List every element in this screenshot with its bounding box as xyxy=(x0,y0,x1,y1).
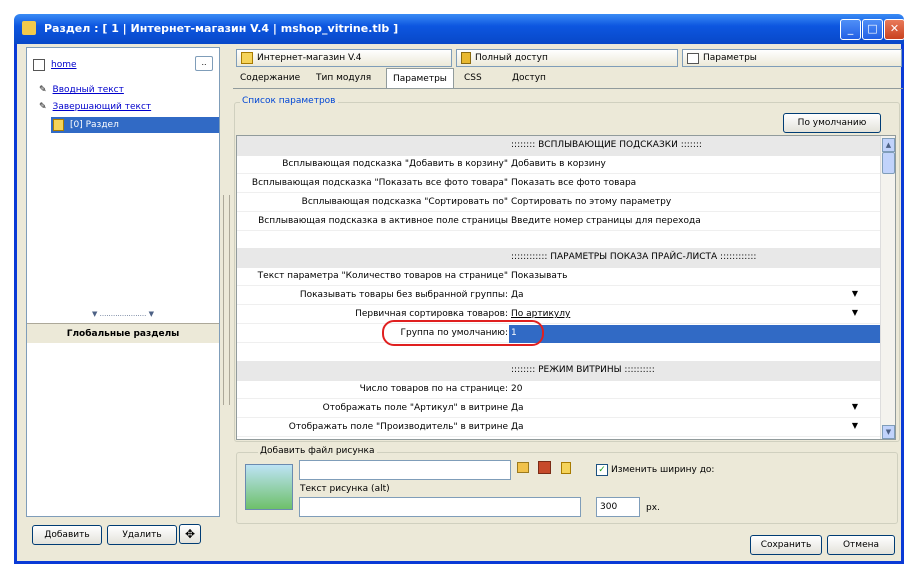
alt-text-input[interactable] xyxy=(299,497,581,517)
access-button[interactable]: Полный доступ xyxy=(456,49,678,67)
scrollbar[interactable]: ▲ ▼ xyxy=(880,136,895,439)
tab-line xyxy=(233,88,903,89)
table-row[interactable]: Число товаров по на странице: 20 xyxy=(237,381,882,399)
image-legend: Добавить файл рисунка xyxy=(258,446,377,456)
scroll-thumb[interactable] xyxy=(882,152,895,174)
table-row[interactable]: Отображать поле "Производитель" в витрин… xyxy=(237,419,882,437)
alt-label: Текст рисунка (alt) xyxy=(300,484,390,494)
home-link[interactable]: home xyxy=(51,60,77,70)
dropdown-arrow-icon[interactable]: ▼ xyxy=(852,308,858,317)
table-row[interactable]: Показывать товары без выбранной группы: Д… xyxy=(237,287,882,305)
highlight-ellipse xyxy=(382,320,544,346)
image-file-input[interactable] xyxy=(299,460,511,480)
more-button[interactable]: .. xyxy=(195,56,213,71)
selected-value-cell[interactable] xyxy=(509,325,881,343)
dropdown-arrow-icon[interactable]: ▼ xyxy=(852,289,858,298)
section-header: :::::::: РЕЖИМ ВИТРИНЫ :::::::::: xyxy=(237,361,882,381)
tab-content[interactable]: Содержание xyxy=(234,68,306,88)
params-legend: Список параметров xyxy=(240,96,338,106)
table-row-selected[interactable]: Группа по умолчанию: 1 xyxy=(237,325,882,343)
image-picture-icon xyxy=(245,464,293,510)
note-icon xyxy=(53,119,64,131)
scroll-up-icon[interactable]: ▲ xyxy=(882,138,895,152)
table-row[interactable]: Всплывающая подсказка "Добавить в корзин… xyxy=(237,156,882,174)
table-row[interactable]: Первичная сортировка товаров: По артикулу… xyxy=(237,306,882,324)
dropdown-arrow-icon[interactable]: ▼ xyxy=(852,402,858,411)
list-icon xyxy=(687,52,699,64)
global-sections-header[interactable]: Глобальные разделы xyxy=(27,323,219,343)
maximize-button[interactable]: □ xyxy=(862,19,883,40)
table-row[interactable]: Текст параметра "Количество товаров на с… xyxy=(237,268,882,286)
module-name-field: Интернет-магазин V.4 xyxy=(236,49,452,67)
save-button[interactable]: Сохранить xyxy=(750,535,822,555)
close-button[interactable]: ✕ xyxy=(884,19,905,40)
tree-item-intro[interactable]: Вводный текст xyxy=(53,85,124,95)
tree-panel: home .. ✎ Вводный текст ✎ Завершающий те… xyxy=(26,47,220,517)
cancel-button[interactable]: Отмена xyxy=(827,535,895,555)
image-library-icon[interactable] xyxy=(538,461,551,474)
table-row[interactable]: Всплывающая подсказка в активное поле ст… xyxy=(237,213,882,231)
section-header: :::::::::::: ПАРАМЕТРЫ ПОКАЗА ПРАЙС-ЛИСТ… xyxy=(237,248,882,268)
table-row[interactable]: Всплывающая подсказка "Сортировать по" Со… xyxy=(237,194,882,212)
vertical-splitter[interactable] xyxy=(223,195,230,405)
resize-label: Изменить ширину до: xyxy=(611,465,715,475)
open-folder-icon[interactable] xyxy=(517,462,529,473)
delete-button[interactable]: Удалить xyxy=(107,525,177,545)
default-button[interactable]: По умолчанию xyxy=(783,113,881,133)
minimize-button[interactable]: _ xyxy=(840,19,861,40)
edit-icon: ✎ xyxy=(39,102,47,112)
clear-icon[interactable] xyxy=(561,462,571,474)
edit-icon: ✎ xyxy=(39,85,47,95)
app-icon xyxy=(22,21,36,35)
parameters-button[interactable]: Параметры xyxy=(682,49,902,67)
resize-checkbox[interactable]: ✓ xyxy=(596,464,608,476)
add-button[interactable]: Добавить xyxy=(32,525,102,545)
tab-css[interactable]: CSS xyxy=(458,68,488,88)
unit-label: px. xyxy=(646,503,660,513)
width-input[interactable]: 300 xyxy=(596,497,640,517)
module-icon xyxy=(241,52,253,64)
tree-item-final[interactable]: Завершающий текст xyxy=(53,102,152,112)
tree-item-section[interactable]: [0] Раздел xyxy=(51,117,219,133)
home-icon xyxy=(33,59,45,71)
tab-parameters[interactable]: Параметры xyxy=(386,68,454,88)
section-header: :::::::: ВСПЛЫВАЮЩИЕ ПОДСКАЗКИ ::::::: xyxy=(237,136,882,156)
tab-access[interactable]: Доступ xyxy=(506,68,552,88)
window-title: Раздел : [ 1 | Интернет-магазин V.4 | ms… xyxy=(44,22,399,35)
table-row[interactable]: Отображать поле "Артикул" в витрине Да ▼ xyxy=(237,400,882,418)
move-button[interactable]: ✥ xyxy=(179,524,201,544)
lock-icon xyxy=(461,52,471,64)
params-grid: :::::::: ВСПЛЫВАЮЩИЕ ПОДСКАЗКИ ::::::: В… xyxy=(236,135,896,440)
scroll-down-icon[interactable]: ▼ xyxy=(882,425,895,439)
title-bar[interactable]: Раздел : [ 1 | Интернет-магазин V.4 | ms… xyxy=(14,14,905,44)
table-row[interactable]: Всплывающая подсказка "Показать все фото… xyxy=(237,175,882,193)
dropdown-arrow-icon[interactable]: ▼ xyxy=(852,421,858,430)
splitter[interactable]: ▼ ..................... ▼ xyxy=(27,310,219,318)
tab-module-type[interactable]: Тип модуля xyxy=(310,68,377,88)
